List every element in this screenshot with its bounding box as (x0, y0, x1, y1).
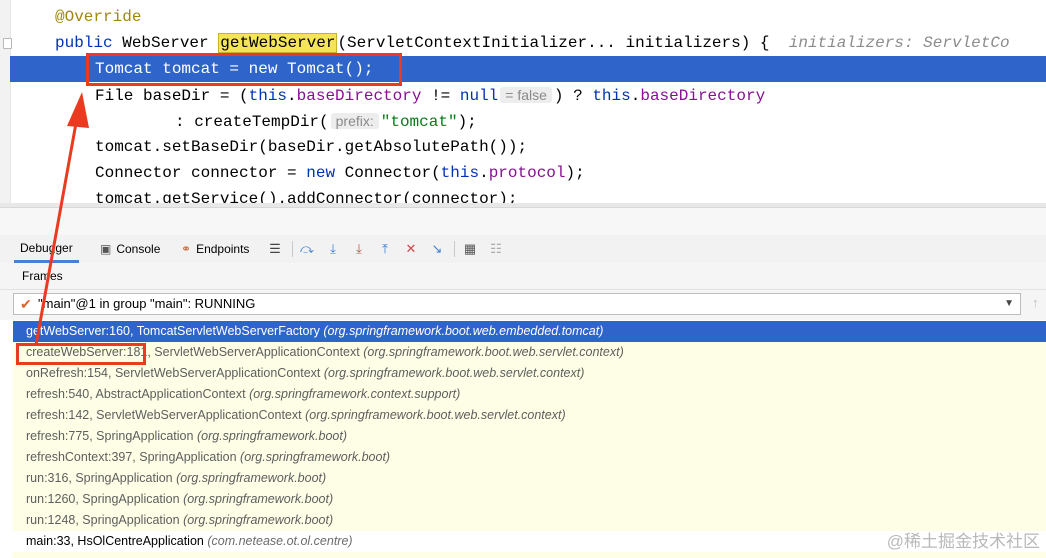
debug-window-header (0, 207, 1046, 236)
arrow-up-icon[interactable]: ↑ (1032, 295, 1039, 310)
override-annotation: @Override (55, 8, 142, 26)
frame-row[interactable]: refresh:775, SpringApplication (org.spri… (13, 426, 1046, 447)
code-line-current[interactable]: Tomcat tomcat = new Tomcat(); (10, 56, 1046, 82)
code-line-2[interactable]: public WebServer getWebServer (ServletCon… (10, 30, 1046, 56)
tab-endpoints[interactable]: ⚭ Endpoints (181, 235, 249, 263)
trace-icon[interactable]: ☷ (487, 239, 505, 259)
frame-row[interactable]: run:316, SpringApplication (org.springfr… (13, 468, 1046, 489)
console-icon: ▣ (100, 242, 112, 256)
code-line-6[interactable]: tomcat.setBaseDir(baseDir.getAbsolutePat… (10, 134, 1046, 160)
step-out-icon[interactable]: ⤒ (376, 239, 394, 259)
step-into-icon[interactable]: ⤓ (324, 239, 342, 259)
frames-left-strip (0, 321, 13, 558)
frames-panel-title: Frames (0, 263, 1046, 290)
code-line-1[interactable]: @Override (10, 4, 1046, 30)
frame-row[interactable]: run:1260, SpringApplication (org.springf… (13, 489, 1046, 510)
frame-row[interactable]: onRefresh:154, ServletWebServerApplicati… (13, 363, 1046, 384)
frame-row[interactable]: refresh:142, ServletWebServerApplication… (13, 405, 1046, 426)
force-step-into-icon[interactable]: ⤓ (350, 239, 368, 259)
frame-row-selected[interactable]: getWebServer:160, TomcatServletWebServer… (13, 321, 1046, 342)
thread-selector[interactable]: ✔ "main"@1 in group "main": RUNNING ▼ (13, 293, 1021, 315)
run-to-cursor-icon[interactable]: ↘ (428, 239, 446, 259)
code-line-4[interactable]: File baseDir = (this.baseDirectory != nu… (10, 82, 1046, 108)
code-editor[interactable]: @Override public WebServer getWebServer(… (0, 0, 1046, 207)
chevron-down-icon[interactable]: ▼ (1004, 294, 1014, 314)
drop-frame-icon[interactable]: ✕ (402, 239, 420, 259)
debugger-toolbar: Debugger ▣ Console ⚭ Endpoints ☰ ⤼ ⤓ ⤓ ⤒… (0, 235, 1046, 264)
code-line-7[interactable]: Connector connector = new Connector(this… (10, 160, 1046, 186)
layout-menu-icon[interactable]: ☰ (266, 239, 284, 259)
check-icon: ✔ (20, 296, 32, 312)
endpoints-icon: ⚭ (181, 242, 192, 256)
thread-row: ✔ "main"@1 in group "main": RUNNING ▼ ↑ (0, 290, 1046, 320)
thread-selector-value: "main"@1 in group "main": RUNNING (38, 296, 256, 311)
frame-row[interactable]: refresh:540, AbstractApplicationContext … (13, 384, 1046, 405)
inline-hint: = false (500, 87, 552, 103)
parameter-hint: prefix: (330, 113, 379, 129)
inline-debug-value: initializers: ServletCo (788, 34, 1010, 52)
tab-console[interactable]: ▣ Console (100, 235, 160, 263)
step-over-icon[interactable]: ⤼ (298, 239, 316, 259)
frame-row[interactable]: createWebServer:181, ServletWebServerApp… (13, 342, 1046, 363)
current-line-text: Tomcat tomcat = new Tomcat(); (95, 60, 374, 78)
evaluate-icon[interactable]: ▦ (461, 239, 479, 259)
frames-list[interactable]: getWebServer:160, TomcatServletWebServer… (13, 321, 1046, 558)
watermark: @稀土掘金技术社区 (886, 532, 1040, 551)
frame-row[interactable]: refreshContext:397, SpringApplication (o… (13, 447, 1046, 468)
code-line-5[interactable]: : createTempDir(prefix: "tomcat"); (10, 108, 1046, 134)
tab-debugger[interactable]: Debugger (14, 235, 79, 263)
method-name-highlight: getWebServer (218, 33, 338, 53)
